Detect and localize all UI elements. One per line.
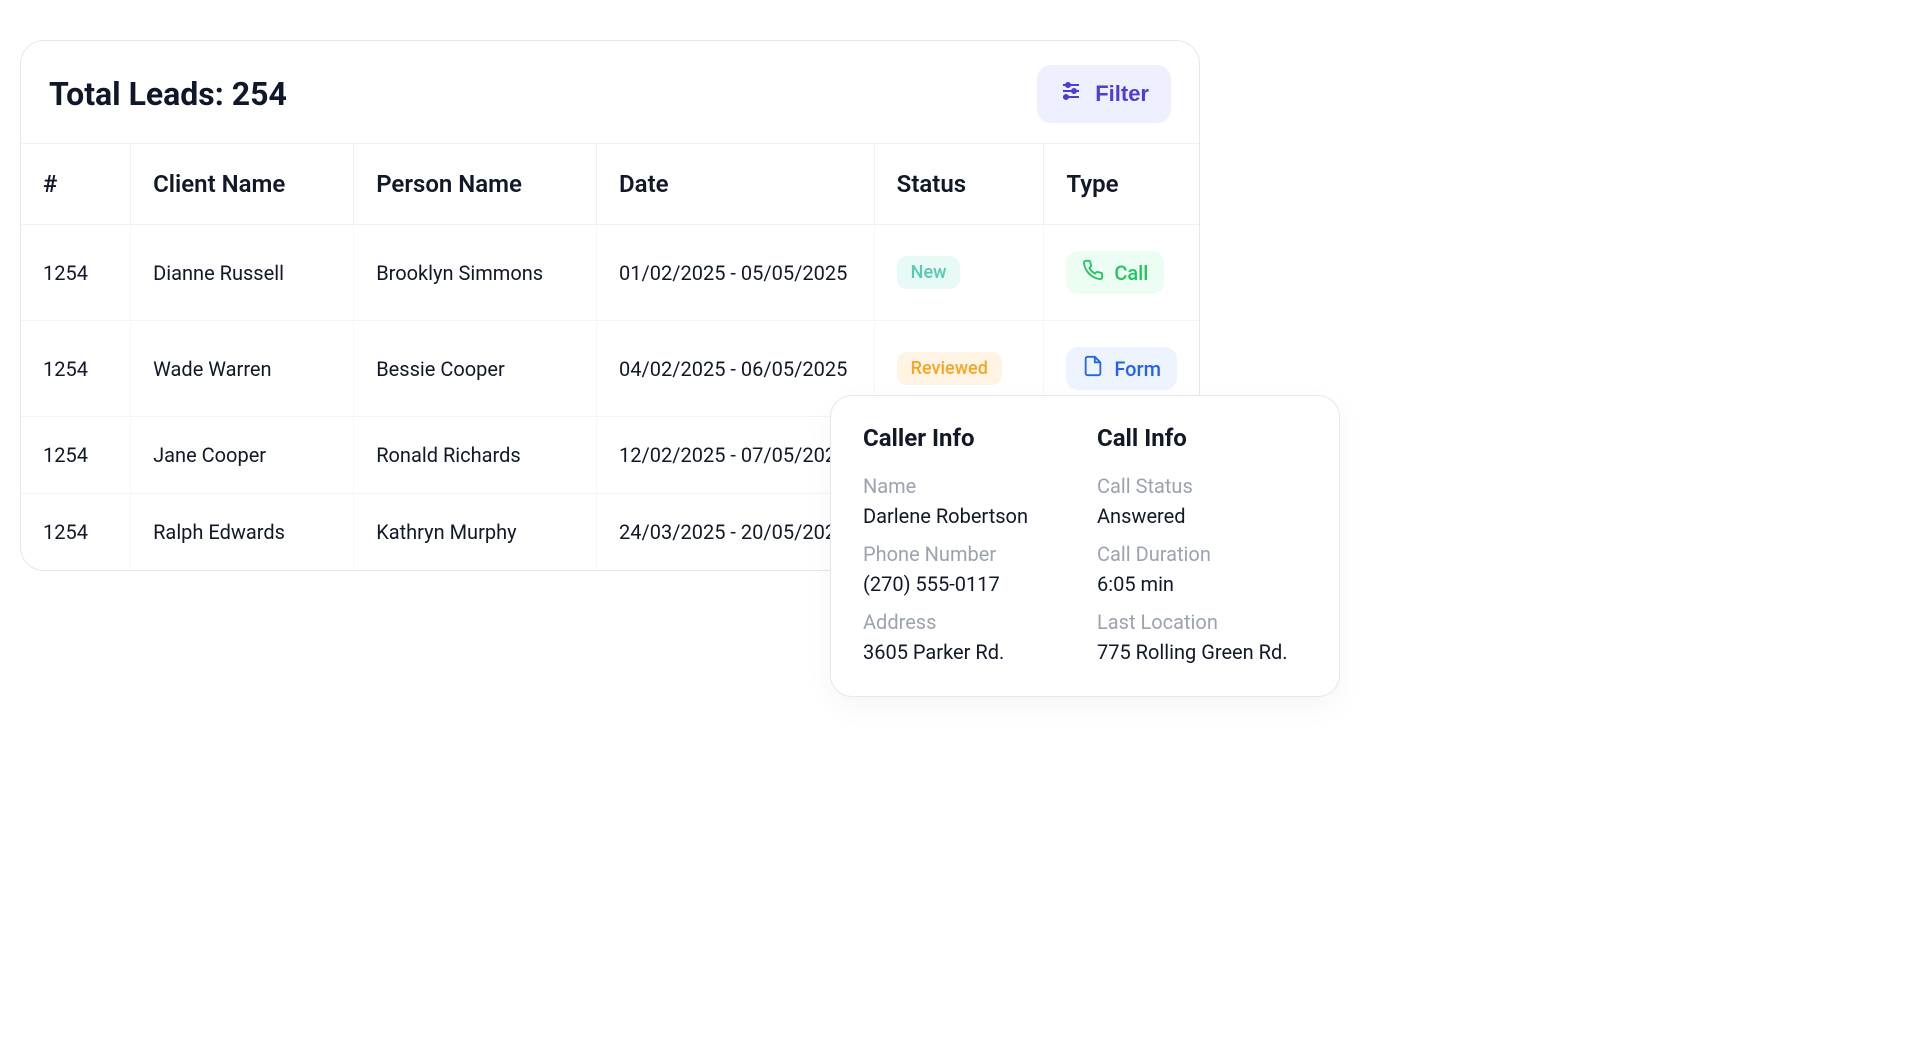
filter-button[interactable]: Filter	[1037, 65, 1171, 123]
cell-index: 1254	[21, 417, 131, 494]
call-info-field: Call Status Answered	[1097, 474, 1307, 528]
cell-type: Call	[1044, 225, 1199, 321]
table-header-row: # Client Name Person Name Date Status Ty…	[21, 144, 1199, 225]
status-badge: New	[897, 256, 961, 289]
call-location-value: 775 Rolling Green Rd.	[1097, 640, 1307, 664]
type-chip[interactable]: Form	[1066, 347, 1177, 390]
call-info-field: Last Location 775 Rolling Green Rd.	[1097, 610, 1307, 664]
call-info-title: Call Info	[1097, 424, 1307, 452]
cell-index: 1254	[21, 321, 131, 417]
call-status-value: Answered	[1097, 504, 1307, 528]
cell-index: 1254	[21, 225, 131, 321]
title-prefix: Total Leads:	[49, 75, 232, 113]
cell-index: 1254	[21, 494, 131, 571]
cell-client: Dianne Russell	[131, 225, 354, 321]
column-header-index[interactable]: #	[21, 144, 131, 225]
caller-info-column: Caller Info Name Darlene Robertson Phone…	[863, 424, 1073, 664]
card-header: Total Leads: 254 Filter	[21, 41, 1199, 143]
phone-icon	[1082, 259, 1104, 286]
type-label: Form	[1114, 357, 1161, 381]
call-duration-value: 6:05 min	[1097, 572, 1307, 596]
caller-info-field: Phone Number (270) 555-0117	[863, 542, 1073, 596]
caller-name-label: Name	[863, 474, 1073, 498]
filter-label: Filter	[1095, 81, 1149, 107]
type-label: Call	[1114, 261, 1148, 285]
cell-status: New	[874, 225, 1044, 321]
page-title: Total Leads: 254	[49, 75, 287, 113]
cell-date: 04/02/2025 - 06/05/2025	[597, 321, 875, 417]
cell-date: 01/02/2025 - 05/05/2025	[597, 225, 875, 321]
cell-person: Kathryn Murphy	[354, 494, 597, 571]
call-status-label: Call Status	[1097, 474, 1307, 498]
caller-info-title: Caller Info	[863, 424, 1073, 452]
cell-client: Jane Cooper	[131, 417, 354, 494]
column-header-person[interactable]: Person Name	[354, 144, 597, 225]
sliders-icon	[1059, 79, 1083, 109]
caller-info-field: Name Darlene Robertson	[863, 474, 1073, 528]
caller-info-popover: Caller Info Name Darlene Robertson Phone…	[830, 395, 1340, 697]
caller-phone-value: (270) 555-0117	[863, 572, 1073, 596]
status-badge: Reviewed	[897, 352, 1002, 385]
column-header-client[interactable]: Client Name	[131, 144, 354, 225]
caller-name-value: Darlene Robertson	[863, 504, 1073, 528]
call-location-label: Last Location	[1097, 610, 1307, 634]
column-header-date[interactable]: Date	[597, 144, 875, 225]
column-header-status[interactable]: Status	[874, 144, 1044, 225]
caller-phone-label: Phone Number	[863, 542, 1073, 566]
file-icon	[1082, 355, 1104, 382]
call-duration-label: Call Duration	[1097, 542, 1307, 566]
table-row[interactable]: 1254Dianne RussellBrooklyn Simmons01/02/…	[21, 225, 1199, 321]
cell-person: Bessie Cooper	[354, 321, 597, 417]
call-info-field: Call Duration 6:05 min	[1097, 542, 1307, 596]
type-chip[interactable]: Call	[1066, 251, 1164, 294]
call-info-column: Call Info Call Status Answered Call Dura…	[1097, 424, 1307, 664]
cell-client: Ralph Edwards	[131, 494, 354, 571]
caller-address-value: 3605 Parker Rd.	[863, 640, 1073, 664]
leads-count: 254	[232, 75, 287, 113]
cell-person: Brooklyn Simmons	[354, 225, 597, 321]
cell-client: Wade Warren	[131, 321, 354, 417]
caller-address-label: Address	[863, 610, 1073, 634]
caller-info-field: Address 3605 Parker Rd.	[863, 610, 1073, 664]
column-header-type[interactable]: Type	[1044, 144, 1199, 225]
cell-person: Ronald Richards	[354, 417, 597, 494]
